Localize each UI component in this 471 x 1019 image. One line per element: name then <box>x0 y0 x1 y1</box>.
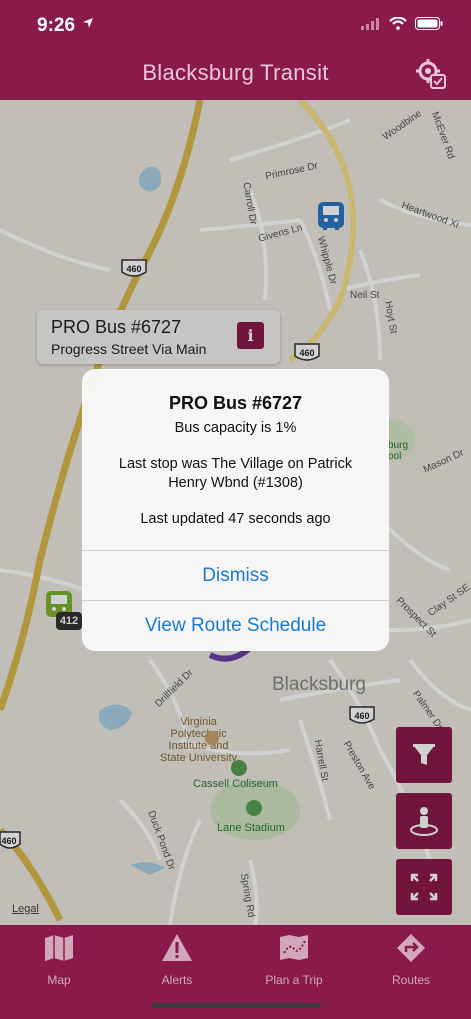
map-icon <box>45 935 73 961</box>
signal-icon <box>361 17 379 30</box>
tab-label: Alerts <box>161 973 193 987</box>
alert-title: PRO Bus #6727 <box>168 393 303 413</box>
location-arrow-icon <box>83 18 93 28</box>
tab-routes[interactable]: Routes <box>361 933 461 993</box>
tab-label: Map <box>47 973 71 987</box>
alert-icon <box>162 934 192 961</box>
dismiss-button[interactable]: Dismiss <box>82 551 389 601</box>
app-title: Blacksburg Transit <box>142 60 329 85</box>
tab-label: Plan a Trip <box>265 973 323 987</box>
alert-updated: Last updated 47 seconds ago <box>140 511 331 527</box>
routes-icon <box>397 934 425 962</box>
tab-map[interactable]: Map <box>9 933 109 993</box>
bus-info-alert: PRO Bus #6727 Bus capacity is 1% Last st… <box>82 369 389 651</box>
status-bar: 9:26 <box>0 0 471 50</box>
status-time: 9:26 <box>37 15 76 36</box>
battery-icon <box>415 17 443 30</box>
alert-last-stop-line1: Last stop was The Village on Patrick <box>118 456 353 472</box>
view-route-schedule-button[interactable]: View Route Schedule <box>82 601 389 651</box>
home-indicator[interactable] <box>151 1003 321 1008</box>
alert-capacity: Bus capacity is 1% <box>174 420 297 436</box>
alert-last-stop-line2: Henry Wbnd (#1308) <box>168 475 303 491</box>
wifi-icon <box>389 17 407 30</box>
app-header: 9:26 Blacksburg Transit <box>0 0 471 100</box>
settings-gear-icon[interactable] <box>415 58 447 90</box>
tab-alerts[interactable]: Alerts <box>127 933 227 993</box>
plan-trip-icon <box>280 935 308 960</box>
tab-label: Routes <box>391 973 431 987</box>
tab-plan-trip[interactable]: Plan a Trip <box>244 933 344 993</box>
system-icons <box>361 17 443 30</box>
